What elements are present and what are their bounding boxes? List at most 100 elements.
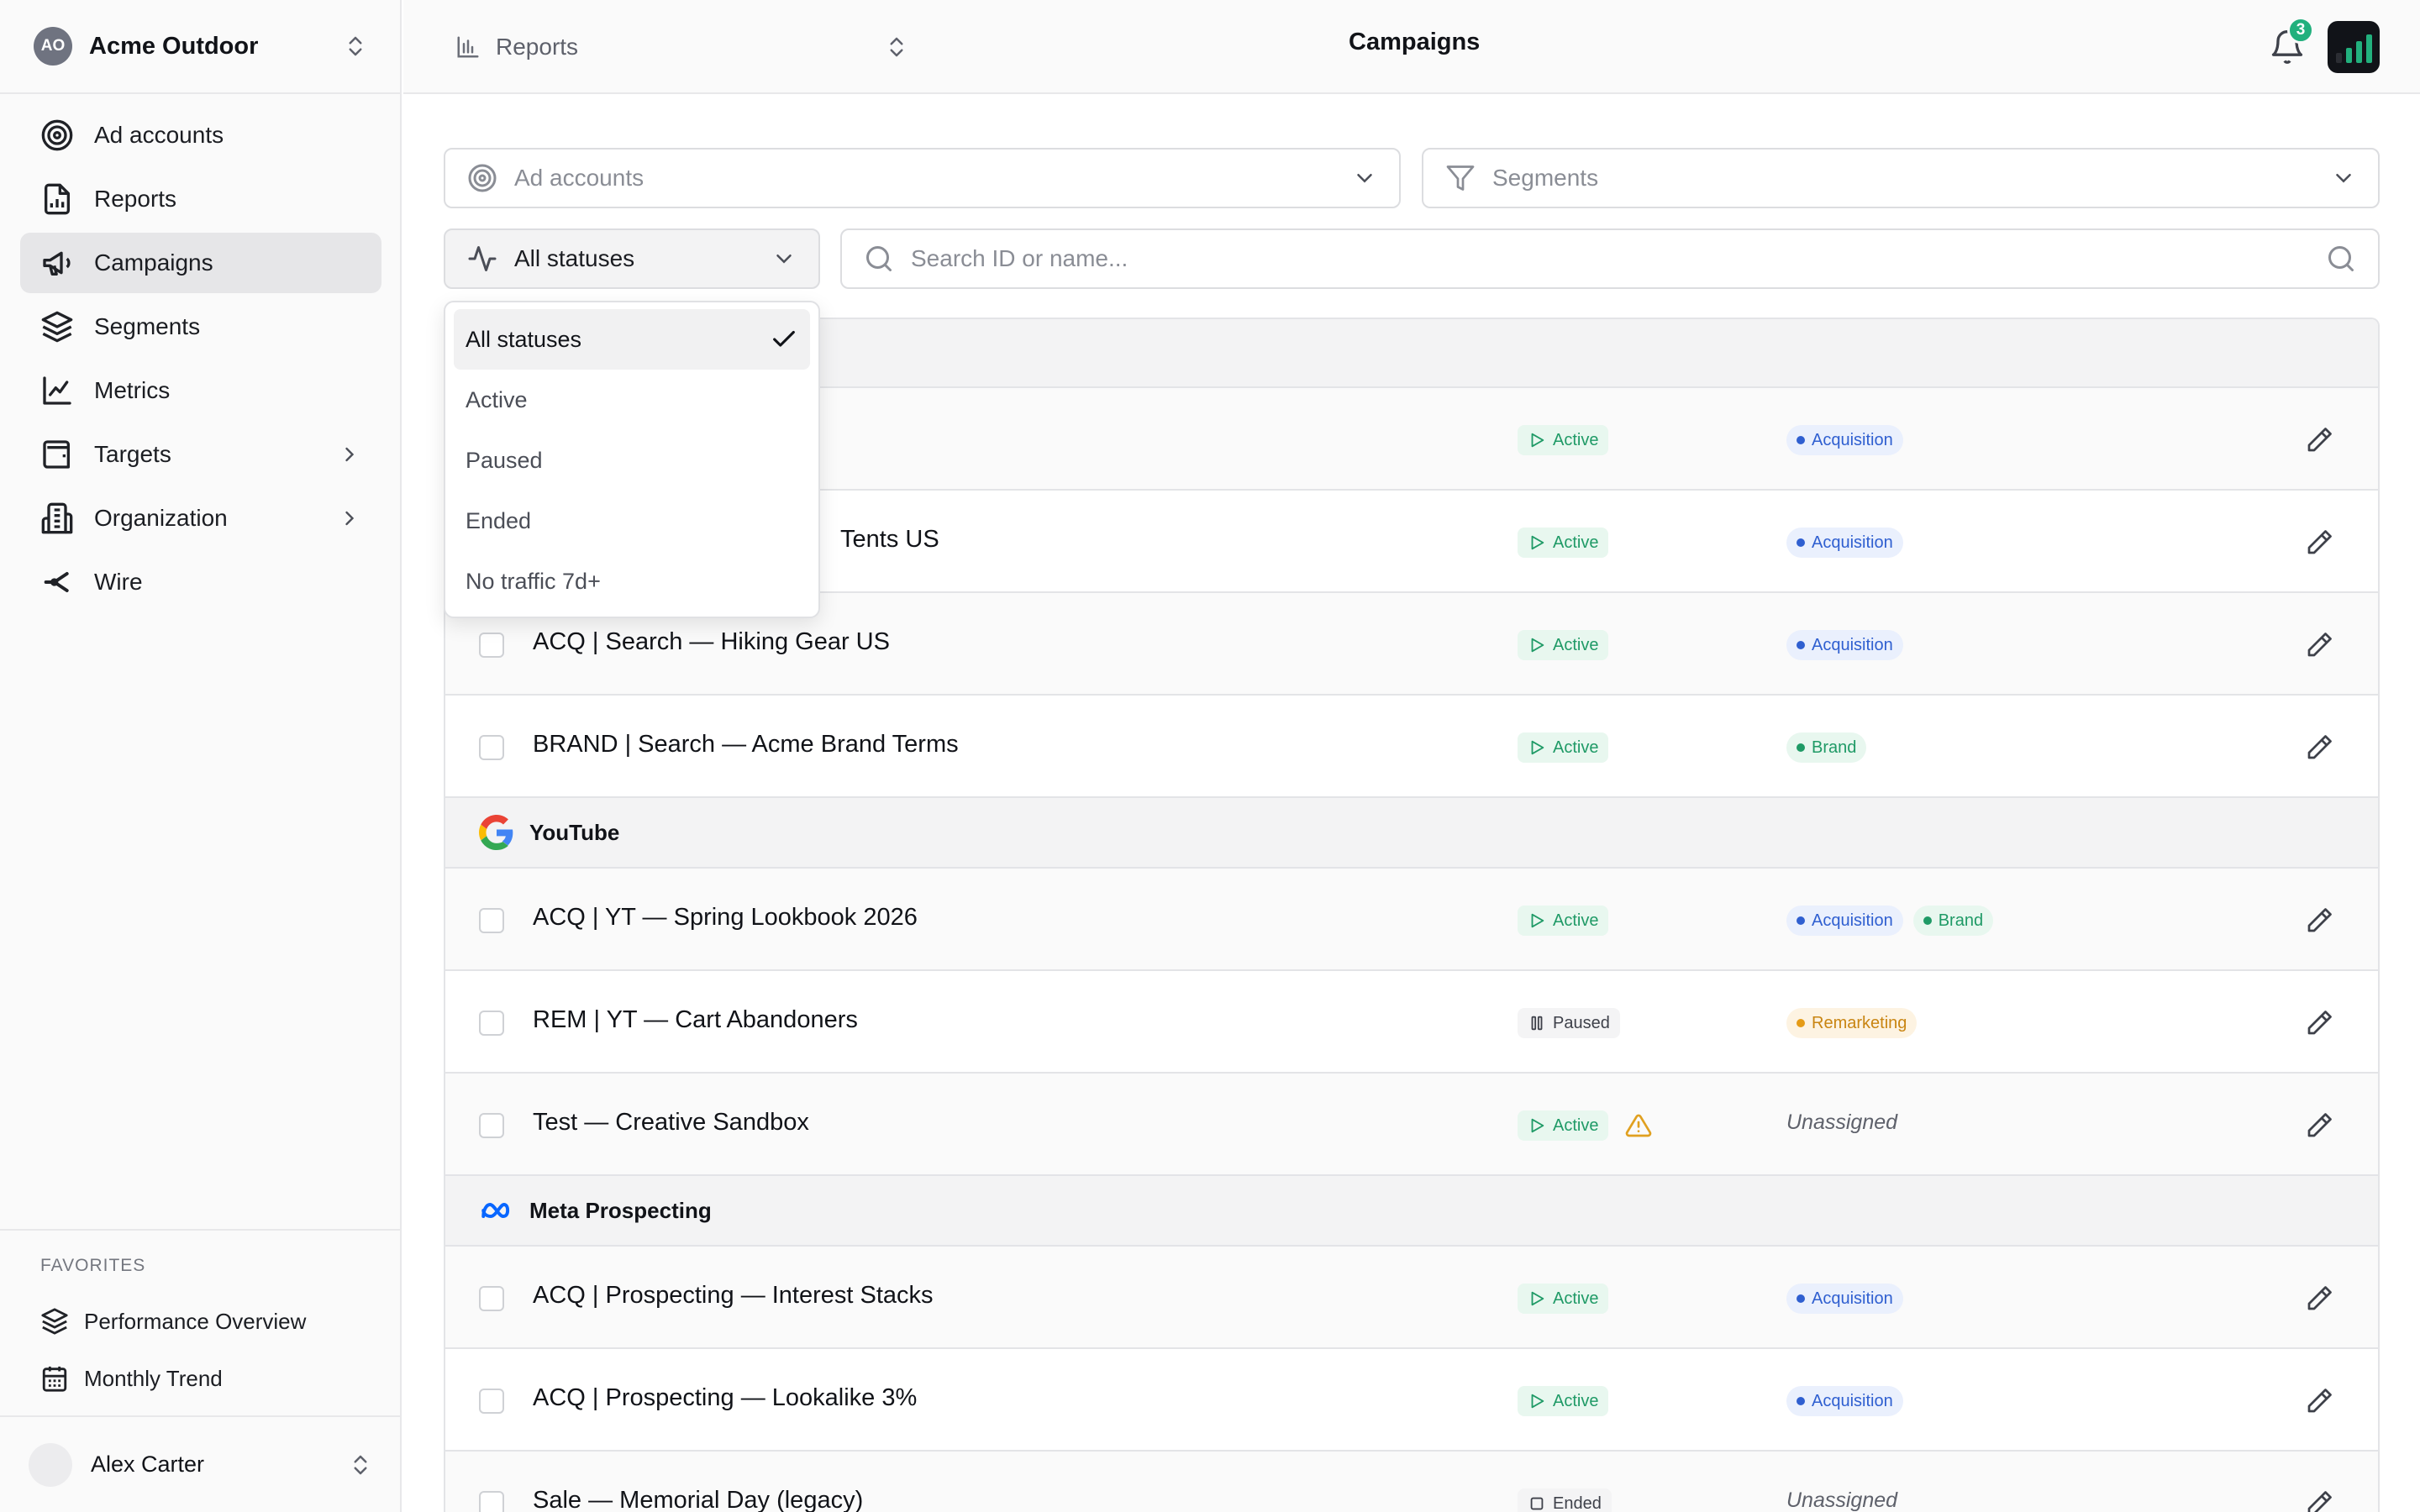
search-placeholder: Search ID or name... [911, 245, 1128, 271]
calendar-icon [42, 1366, 67, 1392]
ad-accounts-placeholder: Ad accounts [514, 165, 644, 191]
logo-bar [2355, 41, 2362, 63]
tag-label: Acquisition [1812, 911, 1893, 930]
segment-tags: Remarketing [1786, 1008, 1918, 1038]
favorites-heading: FAVORITES [40, 1256, 146, 1275]
campaign-name[interactable]: ACQ | YT — Spring Lookbook 2026 [533, 904, 918, 932]
user-menu[interactable]: Alex Carter [0, 1415, 402, 1512]
status-badge: Active [1518, 1386, 1609, 1416]
nav-label: Targets [94, 441, 171, 467]
pencil-icon[interactable] [2304, 1008, 2334, 1038]
row-checkbox[interactable] [479, 633, 504, 658]
table-row[interactable]: REM | YT — Cart Abandoners Paused Remark… [445, 971, 2378, 1074]
row-checkbox[interactable] [479, 735, 504, 760]
row-checkbox[interactable] [479, 1491, 504, 1512]
search-icon [866, 246, 892, 271]
workspace-switcher[interactable]: AO Acme Outdoor [0, 0, 402, 94]
wallet-icon [43, 440, 71, 469]
nav-item-organization[interactable]: Organization [20, 488, 381, 549]
nav-item-campaigns[interactable]: Campaigns [20, 233, 381, 293]
table-row[interactable]: ACQ | Prospecting — Lookalike 3% Active … [445, 1349, 2378, 1452]
table-row[interactable]: Sale — Memorial Day (legacy) Ended Unass… [445, 1452, 2378, 1512]
nav-item-targets[interactable]: Targets [20, 424, 381, 485]
group-header-youtube[interactable]: YouTube [445, 798, 2378, 869]
tag-label: Acquisition [1812, 430, 1893, 449]
campaign-name[interactable]: REM | YT — Cart Abandoners [533, 1006, 858, 1034]
search-icon[interactable] [2326, 244, 2356, 274]
status-option-all[interactable]: All statuses [454, 309, 810, 370]
status-badge: Active [1518, 906, 1609, 936]
app-logo[interactable] [2328, 21, 2380, 73]
status-label: Ended [1553, 1494, 1602, 1512]
table-row[interactable]: BRAND | Search — Acme Brand Terms Active… [445, 696, 2378, 798]
segment-tag: Remarketing [1786, 1008, 1918, 1038]
row-checkbox[interactable] [479, 1113, 504, 1138]
row-checkbox[interactable] [479, 1011, 504, 1036]
row-checkbox[interactable] [479, 1389, 504, 1414]
campaign-name[interactable]: ACQ | Search — Hiking Gear US [533, 628, 890, 656]
stop-square-icon [1530, 1497, 1544, 1510]
status-filter[interactable]: All statuses [444, 228, 820, 289]
status-label: Active [1553, 1116, 1599, 1135]
bar-chart-icon [457, 36, 479, 58]
nav-item-segments[interactable]: Segments [20, 297, 381, 357]
favorite-performance-overview[interactable]: Performance Overview [20, 1293, 381, 1350]
status-option-ended[interactable]: Ended [454, 491, 810, 551]
nav-item-metrics[interactable]: Metrics [20, 360, 381, 421]
nav-item-reports[interactable]: Reports [20, 169, 381, 229]
tag-label: Brand [1812, 738, 1857, 757]
nav-label: Reports [94, 186, 177, 212]
option-label: Active [466, 386, 528, 412]
segments-filter[interactable]: Segments [1422, 148, 2380, 208]
segment-tags: Acquisition [1786, 1284, 1903, 1314]
pencil-icon[interactable] [2304, 906, 2334, 936]
status-option-paused[interactable]: Paused [454, 430, 810, 491]
nav-item-wire[interactable]: Wire [20, 552, 381, 612]
nav-item-ad-accounts[interactable]: Ad accounts [20, 105, 381, 165]
campaign-name[interactable]: Tents US [840, 526, 939, 554]
table-row[interactable]: ACQ | YT — Spring Lookbook 2026 Active A… [445, 869, 2378, 971]
tag-dot [1797, 1397, 1805, 1405]
tag-dot [1797, 916, 1805, 925]
pencil-icon[interactable] [2304, 732, 2334, 763]
share-nodes-icon [44, 572, 69, 592]
segment-tags: Brand [1786, 732, 1867, 763]
segment-tags: Acquisition Brand [1786, 906, 1994, 936]
rows-group-youtube: ACQ | YT — Spring Lookbook 2026 Active A… [445, 869, 2378, 1176]
pencil-icon[interactable] [2304, 1386, 2334, 1416]
pencil-icon[interactable] [2304, 630, 2334, 660]
chevron-down-icon [1357, 174, 1372, 183]
pencil-icon[interactable] [2304, 1284, 2334, 1314]
segment-tag: Acquisition [1786, 528, 1903, 558]
campaign-name[interactable]: Sale — Memorial Day (legacy) [533, 1487, 863, 1512]
pencil-icon[interactable] [2304, 425, 2334, 455]
report-selector[interactable]: Reports [455, 29, 909, 66]
target-icon [41, 119, 73, 151]
meta-logo-icon [481, 1203, 510, 1218]
pencil-icon[interactable] [2304, 528, 2334, 558]
campaign-name[interactable]: ACQ | Prospecting — Interest Stacks [533, 1282, 934, 1310]
group-header-meta-prospecting[interactable]: Meta Prospecting [445, 1176, 2378, 1247]
favorite-label: Monthly Trend [84, 1365, 223, 1391]
campaign-name[interactable]: BRAND | Search — Acme Brand Terms [533, 731, 959, 759]
ad-accounts-filter[interactable]: Ad accounts [444, 148, 1401, 208]
row-checkbox[interactable] [479, 1286, 504, 1311]
tag-label: Acquisition [1812, 1289, 1893, 1308]
pencil-icon[interactable] [2304, 1488, 2334, 1512]
favorite-monthly-trend[interactable]: Monthly Trend [20, 1350, 381, 1407]
table-row[interactable]: Test — Creative Sandbox Active Unassigne… [445, 1074, 2378, 1176]
warning-icon[interactable] [1625, 1112, 1652, 1139]
status-option-active[interactable]: Active [454, 370, 810, 430]
status-badge: Ended [1518, 1488, 1612, 1512]
nav-label: Organization [94, 505, 228, 531]
table-row[interactable]: ACQ | Prospecting — Interest Stacks Acti… [445, 1247, 2378, 1349]
pencil-icon[interactable] [2304, 1110, 2334, 1141]
campaign-name[interactable]: Test — Creative Sandbox [533, 1109, 809, 1137]
row-checkbox[interactable] [479, 908, 504, 933]
search-input[interactable]: Search ID or name... [840, 228, 2380, 289]
campaign-name[interactable]: ACQ | Prospecting — Lookalike 3% [533, 1384, 917, 1412]
status-badge: Active [1518, 732, 1609, 763]
status-option-no-traffic[interactable]: No traffic 7d+ [454, 551, 810, 612]
status-badge: Active [1518, 1110, 1609, 1141]
chevron-right-icon [345, 447, 355, 462]
